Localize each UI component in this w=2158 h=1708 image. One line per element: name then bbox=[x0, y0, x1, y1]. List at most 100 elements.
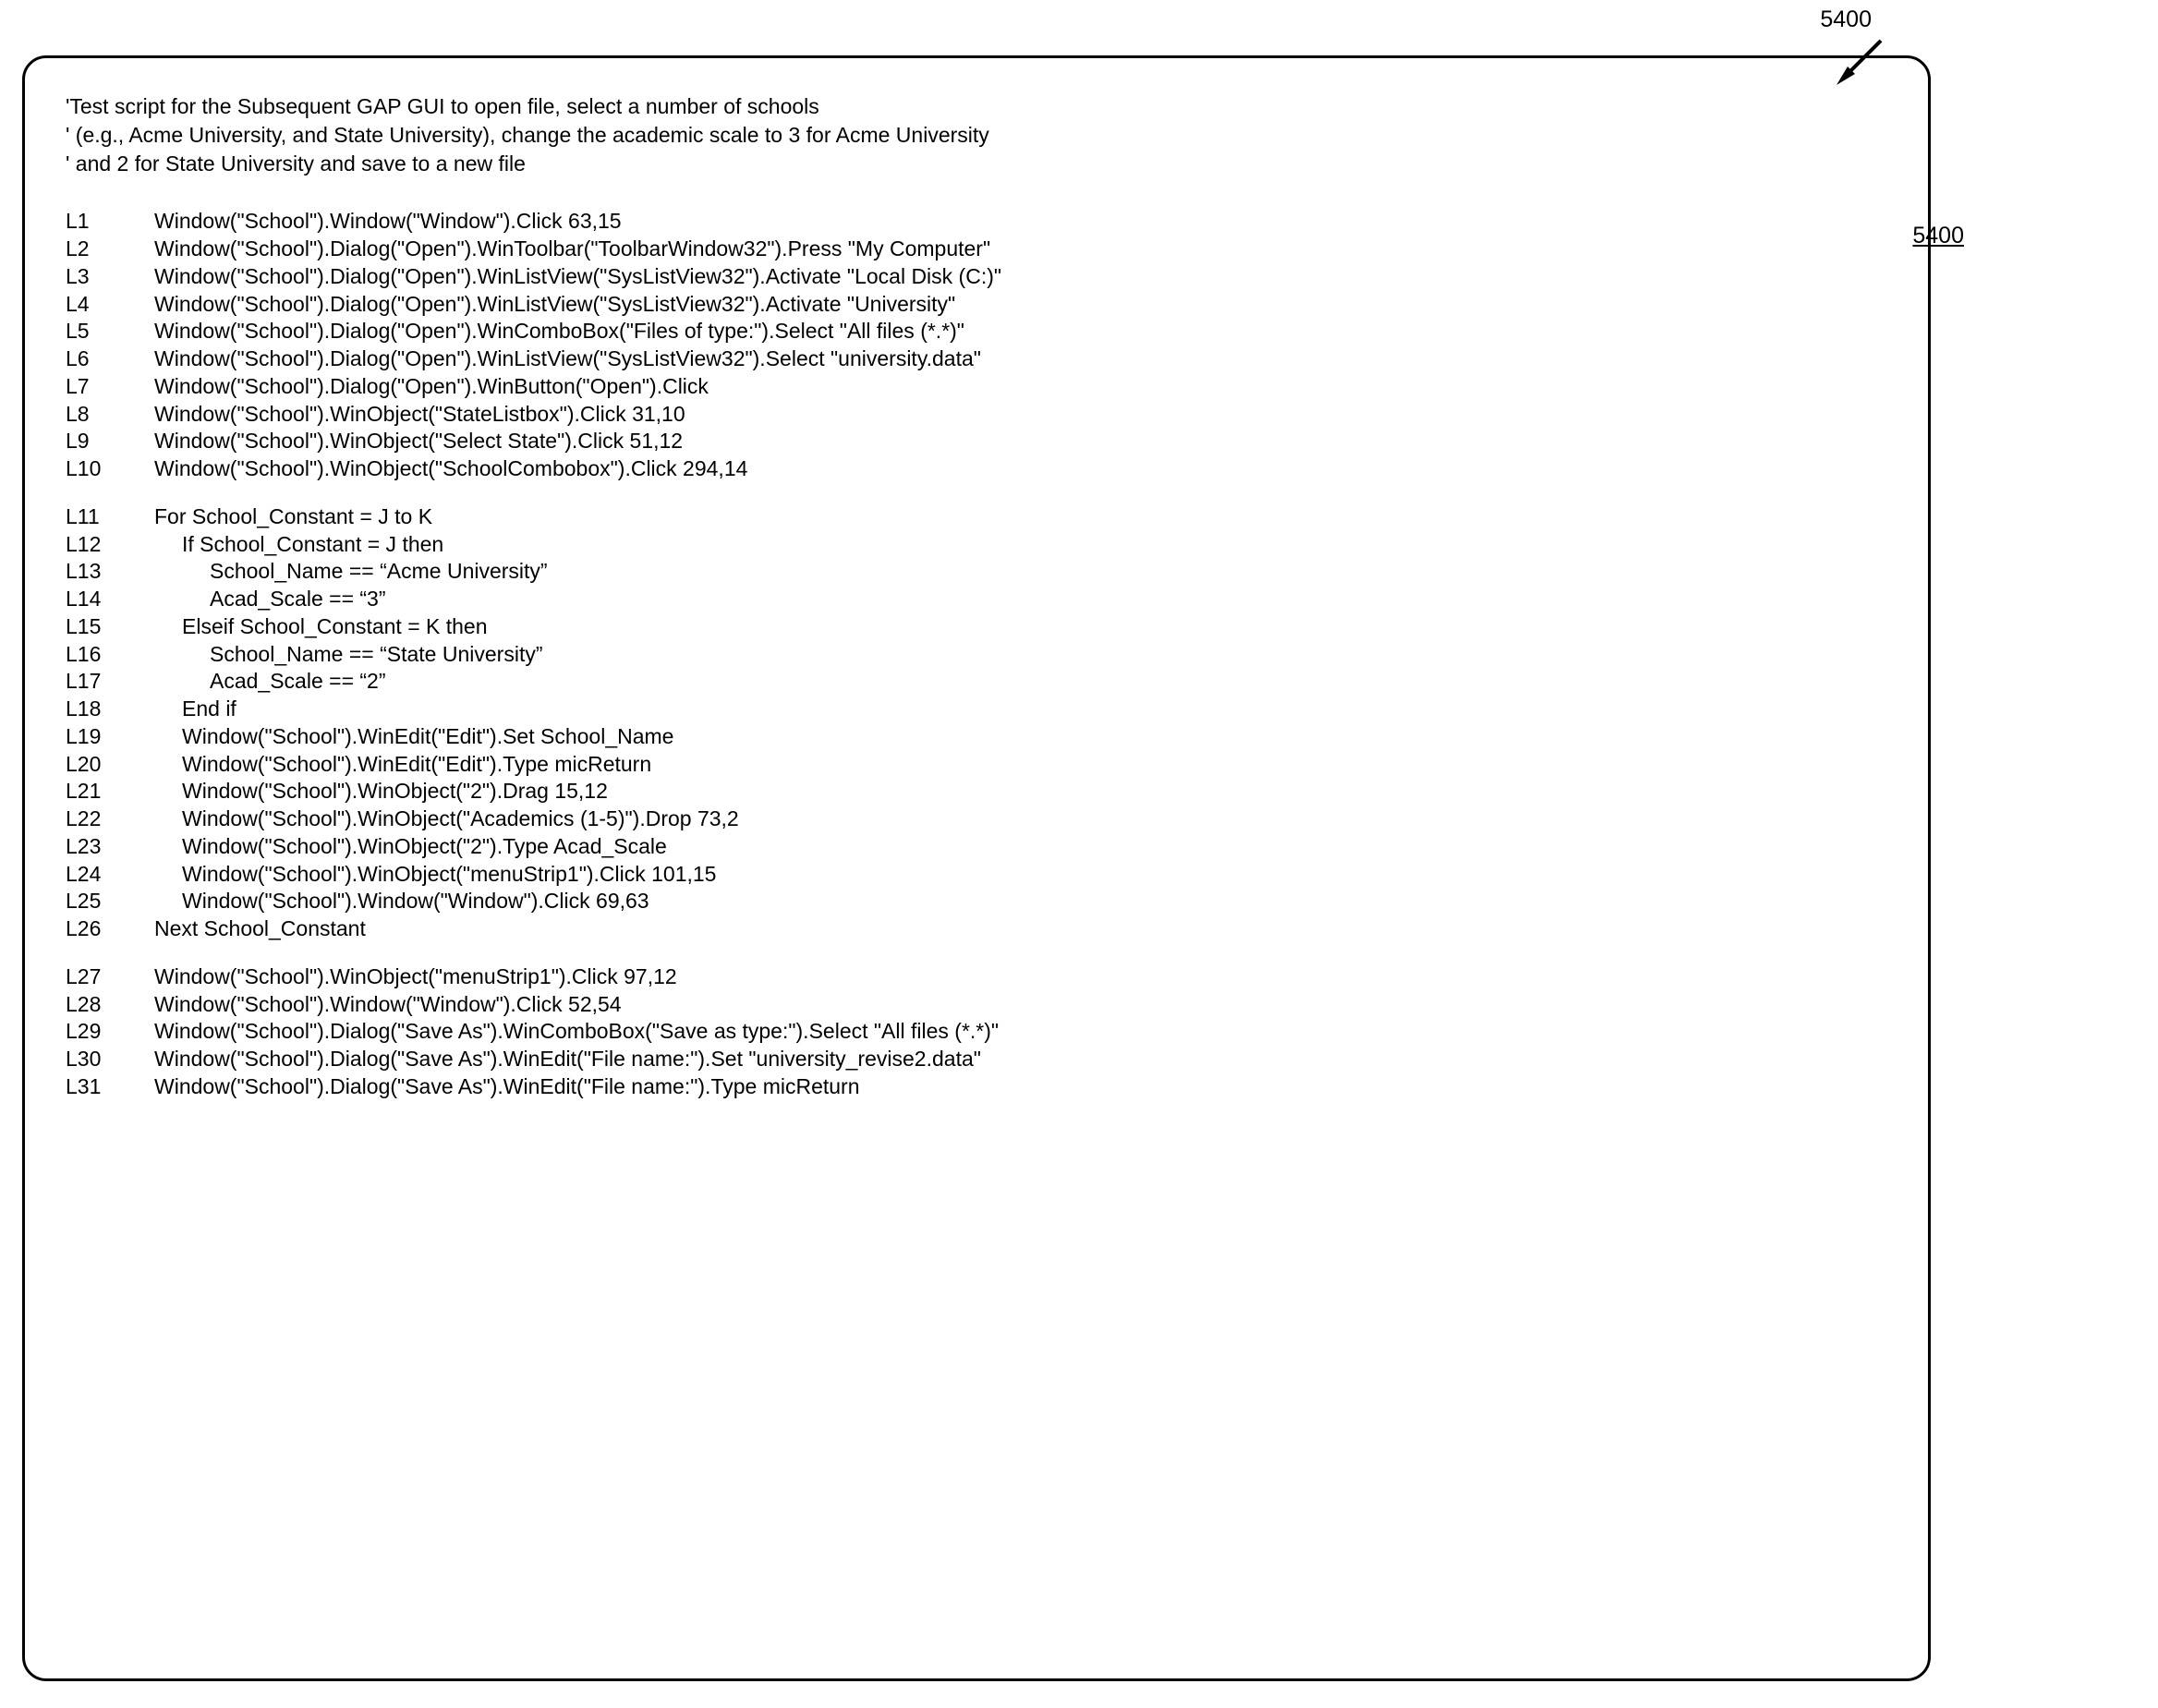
code-line: L24Window("School").WinObject("menuStrip… bbox=[66, 861, 1891, 888]
code-line: L29Window("School").Dialog("Save As").Wi… bbox=[66, 1018, 1891, 1045]
code-text: Window("School").Window("Window").Click … bbox=[154, 208, 622, 235]
line-number: L22 bbox=[66, 806, 154, 832]
line-number: L8 bbox=[66, 401, 154, 428]
comment-line: 'Test script for the Subsequent GAP GUI … bbox=[66, 93, 1891, 120]
line-number: L25 bbox=[66, 888, 154, 915]
code-line: L10Window("School").WinObject("SchoolCom… bbox=[66, 455, 1891, 482]
line-number: L31 bbox=[66, 1073, 154, 1100]
line-number: L19 bbox=[66, 723, 154, 750]
line-number: L3 bbox=[66, 263, 154, 290]
code-text: Window("School").Dialog("Open").WinListV… bbox=[154, 263, 1001, 290]
code-line: L26Next School_Constant bbox=[66, 915, 1891, 942]
code-text: Window("School").Dialog("Open").WinButto… bbox=[154, 373, 709, 400]
line-number: L14 bbox=[66, 586, 154, 612]
code-line: L28Window("School").Window("Window").Cli… bbox=[66, 991, 1891, 1018]
line-number: L6 bbox=[66, 345, 154, 372]
line-number: L9 bbox=[66, 428, 154, 454]
code-text: Window("School").WinEdit("Edit").Type mi… bbox=[154, 751, 651, 778]
code-line: L4Window("School").Dialog("Open").WinLis… bbox=[66, 291, 1891, 318]
code-text: Window("School").WinObject("menuStrip1")… bbox=[154, 963, 677, 990]
line-number: L11 bbox=[66, 503, 154, 530]
code-text: Acad_Scale == “2” bbox=[154, 668, 386, 695]
code-line: L12If School_Constant = J then bbox=[66, 531, 1891, 558]
blank-line bbox=[66, 483, 1891, 503]
code-line: L23Window("School").WinObject("2").Type … bbox=[66, 833, 1891, 860]
line-number: L30 bbox=[66, 1046, 154, 1072]
code-line: L9Window("School").WinObject("Select Sta… bbox=[66, 428, 1891, 454]
line-number: L10 bbox=[66, 455, 154, 482]
line-number: L27 bbox=[66, 963, 154, 990]
code-text: Window("School").Dialog("Save As").WinCo… bbox=[154, 1018, 999, 1045]
code-line: L13School_Name == “Acme University” bbox=[66, 558, 1891, 585]
code-line: L8Window("School").WinObject("StateListb… bbox=[66, 401, 1891, 428]
code-text: Window("School").WinObject("Academics (1… bbox=[154, 806, 739, 832]
code-line: L6Window("School").Dialog("Open").WinLis… bbox=[66, 345, 1891, 372]
code-line: L2Window("School").Dialog("Open").WinToo… bbox=[66, 236, 1891, 262]
code-text: Window("School").WinObject("SchoolCombob… bbox=[154, 455, 747, 482]
line-number: L16 bbox=[66, 641, 154, 668]
blank-line bbox=[66, 943, 1891, 963]
code-text: Window("School").Dialog("Open").WinListV… bbox=[154, 291, 955, 318]
line-number: L15 bbox=[66, 613, 154, 640]
code-line: L5Window("School").Dialog("Open").WinCom… bbox=[66, 318, 1891, 345]
code-text: Acad_Scale == “3” bbox=[154, 586, 386, 612]
line-number: L26 bbox=[66, 915, 154, 942]
code-text: School_Name == “State University” bbox=[154, 641, 543, 668]
code-line: L30Window("School").Dialog("Save As").Wi… bbox=[66, 1046, 1891, 1072]
code-line: L14Acad_Scale == “3” bbox=[66, 586, 1891, 612]
code-line: L21Window("School").WinObject("2").Drag … bbox=[66, 778, 1891, 805]
code-box: 'Test script for the Subsequent GAP GUI … bbox=[22, 55, 1931, 1681]
code-text: If School_Constant = J then bbox=[154, 531, 443, 558]
line-number: L1 bbox=[66, 208, 154, 235]
code-line: L20Window("School").WinEdit("Edit").Type… bbox=[66, 751, 1891, 778]
code-body: L1Window("School").Window("Window").Clic… bbox=[66, 208, 1891, 1099]
code-line: L19Window("School").WinEdit("Edit").Set … bbox=[66, 723, 1891, 750]
code-line: L1Window("School").Window("Window").Clic… bbox=[66, 208, 1891, 235]
code-line: L27Window("School").WinObject("menuStrip… bbox=[66, 963, 1891, 990]
code-text: For School_Constant = J to K bbox=[154, 503, 432, 530]
page: 5400 5400 'Test script for the Subsequen… bbox=[0, 0, 2158, 1708]
code-text: End if bbox=[154, 696, 236, 722]
line-number: L12 bbox=[66, 531, 154, 558]
code-text: Window("School").WinObject("2").Drag 15,… bbox=[154, 778, 608, 805]
line-number: L28 bbox=[66, 991, 154, 1018]
code-text: Elseif School_Constant = K then bbox=[154, 613, 488, 640]
code-text: Window("School").WinObject("StateListbox… bbox=[154, 401, 685, 428]
code-line: L18End if bbox=[66, 696, 1891, 722]
line-number: L29 bbox=[66, 1018, 154, 1045]
line-number: L18 bbox=[66, 696, 154, 722]
line-number: L4 bbox=[66, 291, 154, 318]
code-line: L17Acad_Scale == “2” bbox=[66, 668, 1891, 695]
line-number: L5 bbox=[66, 318, 154, 345]
comment-line: ' and 2 for State University and save to… bbox=[66, 151, 1891, 177]
line-number: L20 bbox=[66, 751, 154, 778]
code-text: Window("School").WinObject("2").Type Aca… bbox=[154, 833, 667, 860]
figure-number-top: 5400 bbox=[1820, 6, 1872, 34]
code-line: L16School_Name == “State University” bbox=[66, 641, 1891, 668]
line-number: L13 bbox=[66, 558, 154, 585]
line-number: L24 bbox=[66, 861, 154, 888]
code-line: L11For School_Constant = J to K bbox=[66, 503, 1891, 530]
code-text: Window("School").Window("Window").Click … bbox=[154, 888, 649, 915]
comment-block: 'Test script for the Subsequent GAP GUI … bbox=[66, 93, 1891, 176]
code-text: Window("School").WinObject("Select State… bbox=[154, 428, 683, 454]
line-number: L23 bbox=[66, 833, 154, 860]
line-number: L7 bbox=[66, 373, 154, 400]
line-number: L21 bbox=[66, 778, 154, 805]
code-text: Window("School").Dialog("Save As").WinEd… bbox=[154, 1046, 981, 1072]
code-line: L22Window("School").WinObject("Academics… bbox=[66, 806, 1891, 832]
line-number: L17 bbox=[66, 668, 154, 695]
code-text: Window("School").Dialog("Open").WinListV… bbox=[154, 345, 981, 372]
code-text: Window("School").Dialog("Open").WinCombo… bbox=[154, 318, 964, 345]
code-text: Next School_Constant bbox=[154, 915, 366, 942]
code-text: Window("School").Dialog("Save As").WinEd… bbox=[154, 1073, 860, 1100]
code-text: Window("School").Window("Window").Click … bbox=[154, 991, 622, 1018]
code-line: L31Window("School").Dialog("Save As").Wi… bbox=[66, 1073, 1891, 1100]
code-line: L15Elseif School_Constant = K then bbox=[66, 613, 1891, 640]
code-text: Window("School").WinEdit("Edit").Set Sch… bbox=[154, 723, 673, 750]
code-line: L25Window("School").Window("Window").Cli… bbox=[66, 888, 1891, 915]
code-line: L7Window("School").Dialog("Open").WinBut… bbox=[66, 373, 1891, 400]
code-text: Window("School").Dialog("Open").WinToolb… bbox=[154, 236, 990, 262]
code-text: Window("School").WinObject("menuStrip1")… bbox=[154, 861, 716, 888]
code-line: L3Window("School").Dialog("Open").WinLis… bbox=[66, 263, 1891, 290]
